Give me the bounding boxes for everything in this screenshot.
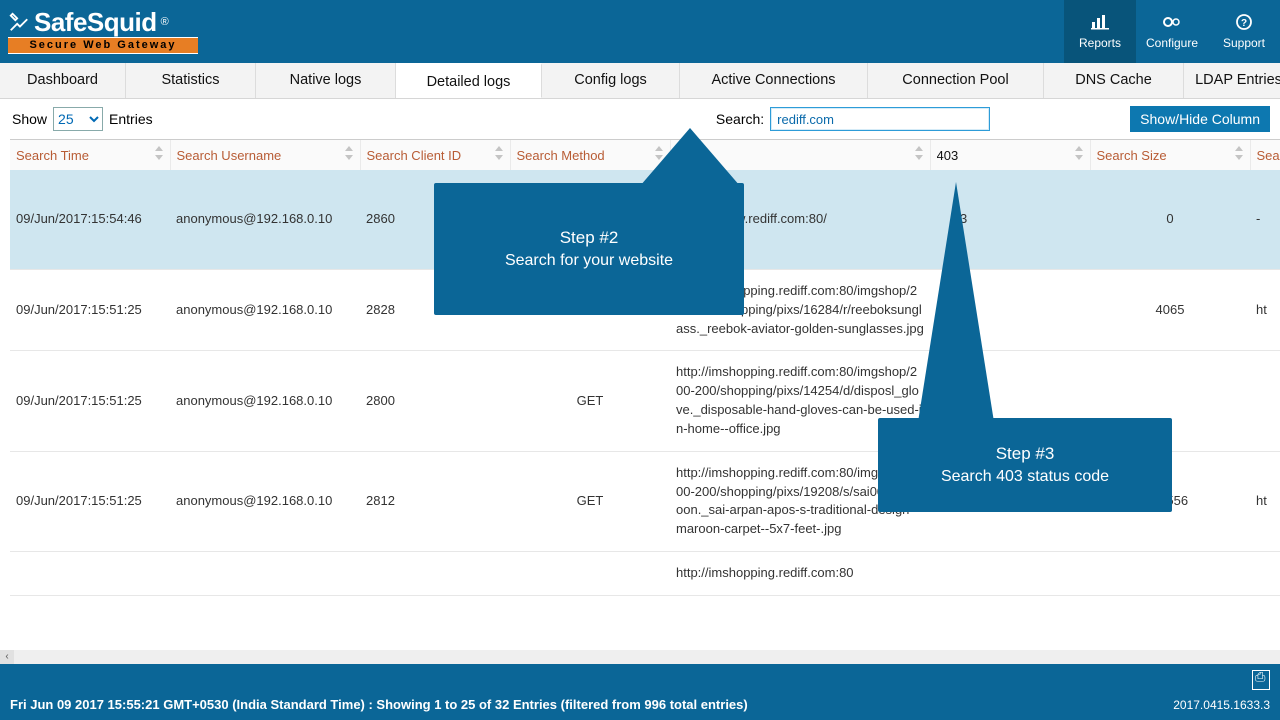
table-row[interactable]: http://imshopping.rediff.com:80 xyxy=(10,552,1280,596)
chart-icon xyxy=(1091,13,1109,34)
top-header: SafeSquid ® Secure Web Gateway ReportsCo… xyxy=(0,0,1280,63)
tab-statistics[interactable]: Statistics xyxy=(126,63,256,98)
tab-dns-cache[interactable]: DNS Cache xyxy=(1044,63,1184,98)
callout-arrow-2 xyxy=(918,182,994,422)
tab-native-logs[interactable]: Native logs xyxy=(256,63,396,98)
sort-icon[interactable] xyxy=(494,146,506,162)
callout-step-text: Search 403 status code xyxy=(878,468,1172,486)
tab-strip: DashboardStatisticsNative logsDetailed l… xyxy=(0,63,1280,99)
sort-icon[interactable] xyxy=(154,146,166,162)
sort-icon[interactable] xyxy=(1234,146,1246,162)
top-action-support[interactable]: ?Support xyxy=(1208,0,1280,63)
search-label: Search: xyxy=(716,111,764,127)
top-actions: ReportsConfigure?Support xyxy=(1064,0,1280,63)
brand-reg: ® xyxy=(161,17,169,28)
column-filter-input[interactable] xyxy=(171,141,360,169)
callout-step-2: Step #2 Search for your website xyxy=(434,183,744,315)
column-filter-input[interactable] xyxy=(10,141,170,169)
callout-step-label: Step #3 xyxy=(878,444,1172,464)
svg-text:?: ? xyxy=(1241,18,1247,29)
column-filter-input[interactable] xyxy=(1251,141,1280,169)
horizontal-scrollbar[interactable]: ‹ xyxy=(0,650,1280,664)
tab-connection-pool[interactable]: Connection Pool xyxy=(868,63,1044,98)
brand-name: SafeSquid xyxy=(34,9,157,35)
top-action-configure[interactable]: Configure xyxy=(1136,0,1208,63)
column-filter-input[interactable] xyxy=(361,141,510,169)
page-length-select[interactable]: 25 xyxy=(53,107,103,131)
top-action-reports[interactable]: Reports xyxy=(1064,0,1136,63)
show-label: Show xyxy=(12,111,47,127)
status-footer: Fri Jun 09 2017 15:55:21 GMT+0530 (India… xyxy=(0,664,1280,720)
question-icon: ? xyxy=(1236,13,1252,34)
show-hide-columns-button[interactable]: Show/Hide Column xyxy=(1130,106,1270,132)
column-filter-input[interactable] xyxy=(1091,141,1250,169)
tab-detailed-logs[interactable]: Detailed logs xyxy=(396,63,542,98)
callout-arrow-1 xyxy=(640,128,740,186)
sort-icon[interactable] xyxy=(914,146,926,162)
tab-config-logs[interactable]: Config logs xyxy=(542,63,680,98)
callout-step-label: Step #2 xyxy=(434,228,744,248)
version-label: 2017.0415.1633.3 xyxy=(1173,698,1270,712)
global-search-input[interactable] xyxy=(770,107,990,131)
callout-step-text: Search for your website xyxy=(434,252,744,270)
brand-subtitle: Secure Web Gateway xyxy=(8,37,198,54)
tab-dashboard[interactable]: Dashboard xyxy=(0,63,126,98)
brand: SafeSquid ® Secure Web Gateway xyxy=(8,9,198,54)
column-filter-input[interactable] xyxy=(931,141,1090,169)
export-pdf-icon[interactable] xyxy=(1252,670,1270,690)
brand-logo-icon xyxy=(8,11,30,33)
tab-ldap-entries[interactable]: LDAP Entries xyxy=(1184,63,1280,98)
scroll-left-icon[interactable]: ‹ xyxy=(0,650,14,664)
sort-icon[interactable] xyxy=(344,146,356,162)
gears-icon xyxy=(1162,13,1182,34)
entries-label: Entries xyxy=(109,111,153,127)
tab-active-connections[interactable]: Active Connections xyxy=(680,63,868,98)
sort-icon[interactable] xyxy=(1074,146,1086,162)
callout-step-3: Step #3 Search 403 status code xyxy=(878,418,1172,512)
footer-status-text: Fri Jun 09 2017 15:55:21 GMT+0530 (India… xyxy=(10,697,748,712)
